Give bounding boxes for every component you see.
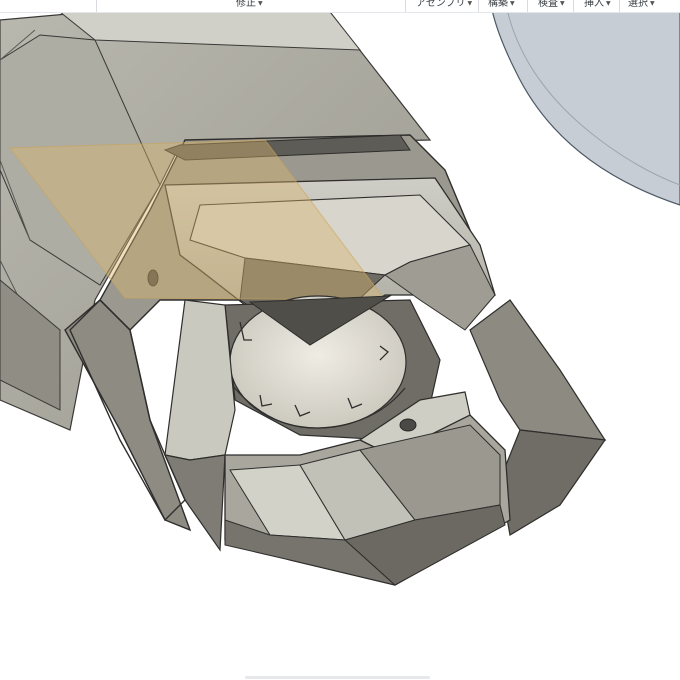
toolbar-menu-assemble[interactable]: アセンブリ ▼: [416, 0, 472, 11]
horizontal-scrollbar[interactable]: [245, 676, 430, 679]
toolbar-menu-assemble-label: アセンブリ: [416, 0, 466, 9]
toolbar-menu-insert[interactable]: 挿入 ▼: [584, 0, 611, 11]
toolbar-divider: [478, 0, 479, 12]
toolbar-divider: [619, 0, 620, 12]
toolbar-divider: [405, 0, 406, 12]
fusion-cad-window: 修正 ▼ アセンブリ ▼ 構築 ▼ 検査 ▼ 挿入 ▼ 選択 ▼: [0, 0, 680, 680]
toolbar-menu-select[interactable]: 選択 ▼: [628, 0, 655, 11]
toolbar-divider: [527, 0, 528, 12]
chevron-down-icon: ▼: [560, 0, 565, 7]
toolbar-menu-inspect-label: 検査: [538, 0, 558, 9]
toolbar: 修正 ▼ アセンブリ ▼ 構築 ▼ 検査 ▼ 挿入 ▼ 選択 ▼: [0, 0, 680, 13]
toolbar-menu-select-label: 選択: [628, 0, 648, 9]
toolbar-menu-modify-label: 修正: [236, 0, 256, 9]
chevron-down-icon: ▼: [510, 0, 515, 7]
toolbar-menu-insert-label: 挿入: [584, 0, 604, 9]
chevron-down-icon: ▼: [606, 0, 611, 7]
chevron-down-icon: ▼: [258, 0, 263, 7]
chevron-down-icon: ▼: [467, 0, 473, 7]
cad-model-render[interactable]: [0, 12, 680, 680]
toolbar-menu-inspect[interactable]: 検査 ▼: [538, 0, 565, 11]
toolbar-menu-construct-label: 構築: [488, 0, 508, 9]
toolbar-menu-modify[interactable]: 修正 ▼: [236, 0, 263, 11]
toolbar-divider: [573, 0, 574, 12]
disc-part[interactable]: [490, 12, 680, 206]
chevron-down-icon: ▼: [650, 0, 655, 7]
tab-hole: [399, 418, 417, 432]
toolbar-menu-construct[interactable]: 構築 ▼: [488, 0, 515, 11]
toolbar-divider: [96, 0, 97, 12]
3d-viewport[interactable]: [0, 12, 680, 680]
